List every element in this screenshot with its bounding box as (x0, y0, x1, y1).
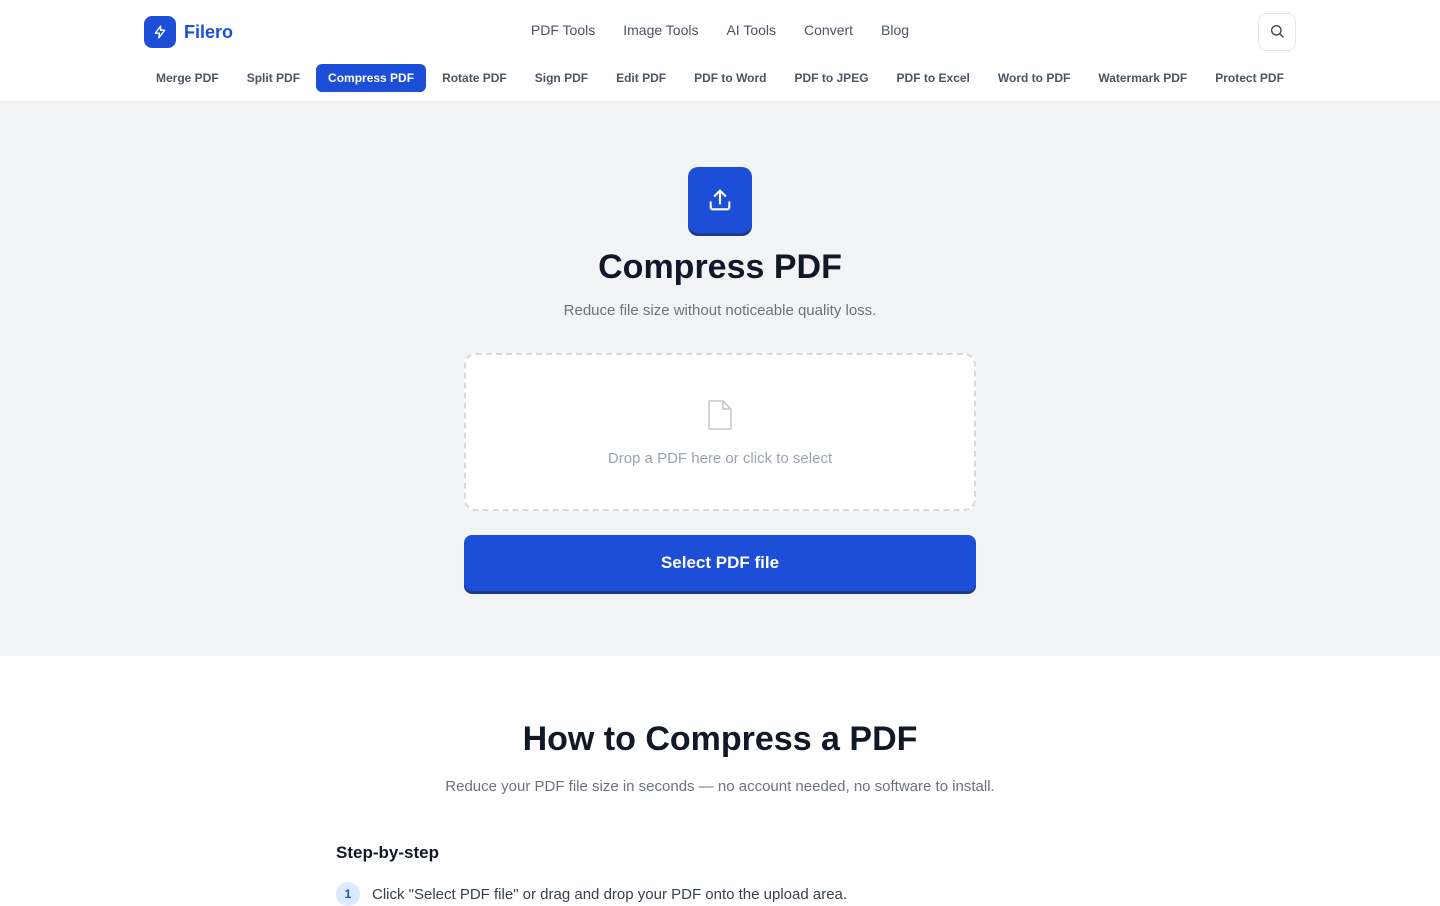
tool-tab-pdf-to-word[interactable]: PDF to Word (682, 64, 778, 92)
select-pdf-button[interactable]: Select PDF file (464, 535, 976, 591)
tool-tab-sign-pdf[interactable]: Sign PDF (523, 64, 600, 92)
tool-tab-edit-pdf[interactable]: Edit PDF (604, 64, 678, 92)
tool-tab-split-pdf[interactable]: Split PDF (235, 64, 312, 92)
upload-icon (688, 167, 752, 233)
tool-tab-protect-pdf[interactable]: Protect PDF (1203, 64, 1296, 92)
steps-heading: Step-by-step (336, 843, 439, 862)
step-number: 1 (336, 882, 360, 906)
dropzone-hint: Drop a PDF here or click to select (607, 450, 833, 467)
tool-tab-word-to-pdf[interactable]: Word to PDF (986, 64, 1082, 92)
page-title: Compress PDF (598, 248, 842, 286)
file-dropzone[interactable]: Drop a PDF here or click to select (464, 353, 976, 511)
search-button[interactable] (1258, 13, 1296, 51)
tool-tab-pdf-to-jpeg[interactable]: PDF to JPEG (783, 64, 881, 92)
nav-item-image-tools[interactable]: Image Tools (623, 22, 698, 38)
site-header: Filero PDF Tools Image Tools AI Tools Co… (0, 0, 1440, 102)
step-item: 1 Click "Select PDF file" or drag and dr… (336, 882, 847, 906)
nav-item-convert[interactable]: Convert (804, 22, 853, 38)
file-icon (707, 399, 733, 436)
howto-title: How to Compress a PDF (522, 720, 918, 758)
nav-item-pdf-tools[interactable]: PDF Tools (531, 22, 595, 38)
upload-hero: Compress PDF Reduce file size without no… (0, 102, 1440, 656)
tool-tab-merge-pdf[interactable]: Merge PDF (144, 64, 231, 92)
page-subtitle: Reduce file size without noticeable qual… (563, 302, 877, 319)
tools-bar: Merge PDF Split PDF Compress PDF Rotate … (144, 64, 1296, 92)
tool-tab-pdf-to-excel[interactable]: PDF to Excel (885, 64, 982, 92)
nav-item-blog[interactable]: Blog (881, 22, 909, 38)
tool-tab-rotate-pdf[interactable]: Rotate PDF (430, 64, 519, 92)
main-nav: PDF Tools Image Tools AI Tools Convert B… (0, 22, 1440, 38)
search-icon (1269, 23, 1285, 42)
tool-tab-watermark-pdf[interactable]: Watermark PDF (1086, 64, 1199, 92)
tool-tab-compress-pdf[interactable]: Compress PDF (316, 64, 427, 92)
howto-subtitle: Reduce your PDF file size in seconds — n… (445, 778, 995, 795)
nav-item-ai-tools[interactable]: AI Tools (726, 22, 776, 38)
